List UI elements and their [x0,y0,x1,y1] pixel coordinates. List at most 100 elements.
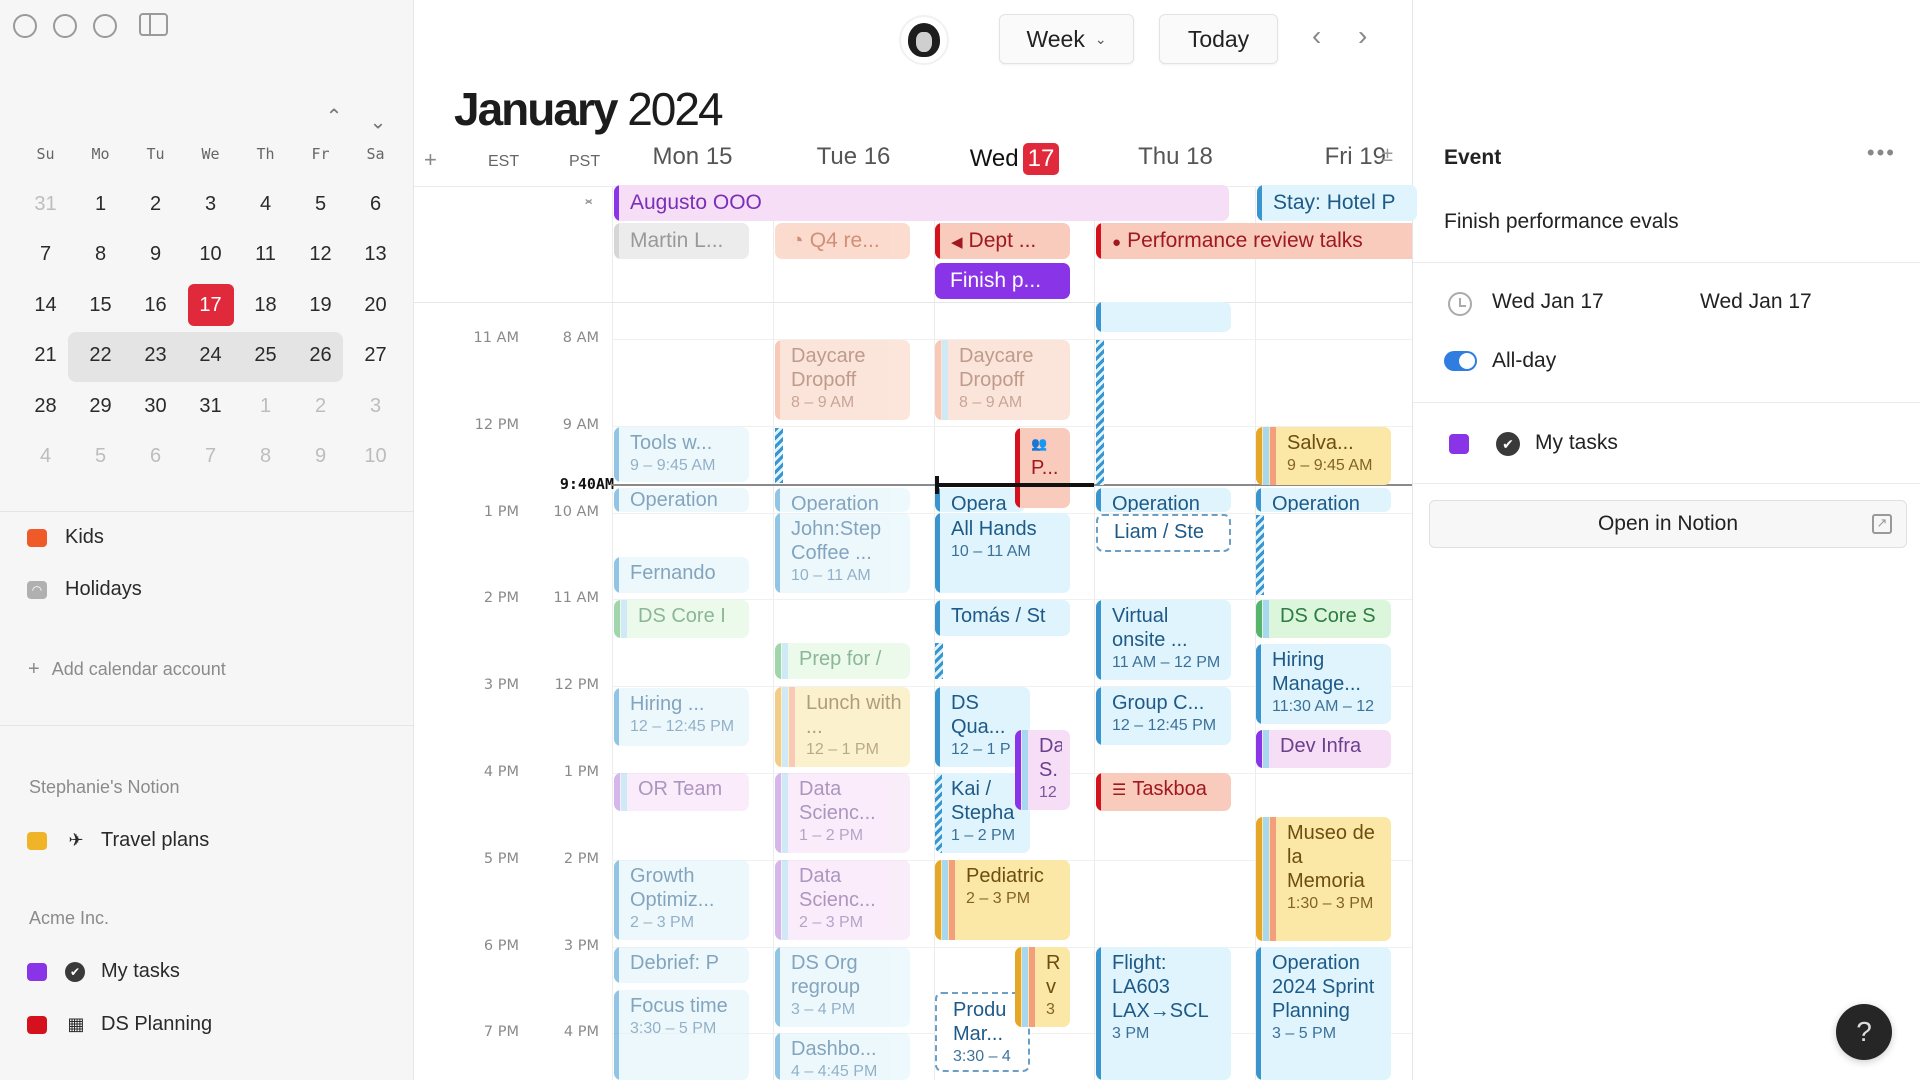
calendar-event[interactable]: Fernando [614,557,749,593]
collapse-all-day-icon[interactable]: ⌄ ⌃ [582,191,595,216]
mini-calendar-day[interactable]: 4 [18,432,73,483]
calendar-event[interactable]: Debrief: P [614,947,749,983]
mini-calendar-day[interactable]: 21 [18,331,73,382]
calendar-event[interactable]: Daycare Dropoff 8 – 9 AM [935,340,1070,420]
user-avatar[interactable] [901,17,947,63]
end-date-field[interactable]: Wed Jan 17 [1700,290,1812,314]
more-options-icon[interactable]: ••• [1867,140,1896,166]
calendar-event[interactable]: 👥 P... [1015,428,1070,508]
mini-calendar-day[interactable]: 5 [293,179,348,230]
mini-cal-prev-chevron-up-icon[interactable]: ⌃ [322,104,346,129]
mini-calendar-day[interactable]: 28 [18,381,73,432]
mini-calendar-day[interactable]: 3 [348,381,403,432]
mini-calendar-day[interactable]: 2 [293,381,348,432]
view-selector-button[interactable]: Week ⌄ [999,14,1134,64]
day-header-fri[interactable]: Fri 19 [1256,143,1386,171]
start-date-field[interactable]: Wed Jan 17 [1492,290,1604,314]
calendar-event[interactable]: All Hands 10 – 11 AM [935,513,1070,593]
day-header-wed[interactable]: Wed 17 [934,143,1095,175]
mini-calendar-day[interactable]: 3 [183,179,238,230]
day-header-thu[interactable]: Thu 18 [1095,143,1256,171]
all-day-event-selected[interactable]: Finish p... [935,263,1070,299]
calendar-event[interactable]: Growth Optimiz... 2 – 3 PM [614,860,749,940]
mini-calendar-day[interactable]: 4 [238,179,293,230]
calendar-event[interactable]: Hiring Manage... 11:30 AM – 12 [1256,644,1391,724]
mini-calendar-today[interactable]: 17 [183,280,238,331]
mini-calendar-day[interactable]: 26 [293,331,348,382]
sidebar-toggle-icon[interactable] [139,13,168,36]
add-timezone-button[interactable]: + [424,147,437,173]
mini-calendar-day[interactable]: 5 [73,432,128,483]
calendar-event[interactable]: Pediatric 2 – 3 PM [935,860,1070,940]
calendar-event[interactable]: Operation [1256,488,1391,512]
calendar-event[interactable]: Liam / Ste [1096,514,1231,552]
mini-cal-next-chevron-down-icon[interactable]: ⌃ [366,108,390,133]
calendar-event[interactable]: Flight: LA603 LAX→SCL 3 PM [1096,947,1231,1080]
help-button[interactable]: ? [1836,1004,1892,1060]
mini-calendar-day[interactable]: 23 [128,331,183,382]
mini-calendar-day[interactable]: 9 [293,432,348,483]
mini-calendar-day[interactable]: 18 [238,280,293,331]
calendar-event[interactable]: Operation [775,488,910,512]
expand-days-icon[interactable]: ± [1382,144,1393,167]
calendar-event[interactable]: Data Scienc... 2 – 3 PM [775,860,910,940]
window-close-button[interactable] [13,14,37,38]
open-in-notion-button[interactable]: Open in Notion ↗ [1429,500,1907,548]
calendar-event[interactable]: Operation [614,488,749,512]
mini-calendar-day[interactable]: 24 [183,331,238,382]
calendar-selector[interactable]: My tasks [1535,431,1618,455]
mini-calendar-day[interactable]: 16 [128,280,183,331]
calendar-event[interactable]: Dashbo... 4 – 4:45 PM [775,1033,910,1080]
calendar-item-kids[interactable]: Kids [27,526,104,549]
all-day-event[interactable]: Martin L... [614,223,749,259]
calendar-event[interactable]: Data Scienc... 1 – 2 PM [775,773,910,853]
mini-calendar-day[interactable]: 20 [348,280,403,331]
all-day-event[interactable]: Augusto OOO [614,185,1229,221]
today-button[interactable]: Today [1159,14,1278,64]
calendar-event[interactable]: Opera [935,488,1025,512]
day-header-mon[interactable]: Mon 15 [612,143,773,171]
mini-calendar-day[interactable]: 8 [73,230,128,281]
mini-calendar-day[interactable]: 25 [238,331,293,382]
calendar-event[interactable]: Da S. 12 [1015,730,1070,810]
all-day-event[interactable]: Stay: Hotel P [1257,185,1417,221]
calendar-event[interactable]: Operation 2024 Sprint Planning 3 – 5 PM [1256,947,1391,1080]
mini-calendar-day[interactable]: 10 [183,230,238,281]
calendar-event[interactable]: R v 3 [1015,947,1070,1027]
calendar-event[interactable]: Dev Infra [1256,730,1391,768]
mini-calendar-day[interactable]: 9 [128,230,183,281]
calendar-event[interactable]: Daycare Dropoff 8 – 9 AM [775,340,910,420]
window-zoom-button[interactable] [93,14,117,38]
calendar-event[interactable]: DS Core S [1256,600,1391,638]
mini-calendar-day[interactable]: 12 [293,230,348,281]
mini-calendar-day[interactable]: 31 [18,179,73,230]
mini-calendar-day[interactable]: 7 [18,230,73,281]
calendar-event[interactable]: Salva... 9 – 9:45 AM [1256,427,1391,485]
calendar-event[interactable]: DS Core I [614,600,749,638]
calendar-event[interactable]: Virtual onsite ... 11 AM – 12 PM [1096,600,1231,680]
mini-calendar-day[interactable]: 22 [73,331,128,382]
calendar-event[interactable] [1096,302,1231,332]
calendar-item-travel-plans[interactable]: ✈ Travel plans [27,829,209,852]
calendar-event[interactable]: DS Org regroup 3 – 4 PM [775,947,910,1027]
event-name-field[interactable]: Finish performance evals [1444,210,1679,234]
calendar-item-holidays[interactable]: ◠ Holidays [27,578,142,601]
calendar-event[interactable]: Hiring ... 12 – 12:45 PM [614,688,749,746]
calendar-event[interactable]: Group C... 12 – 12:45 PM [1096,687,1231,745]
mini-calendar-day[interactable]: 8 [238,432,293,483]
calendar-item-my-tasks[interactable]: ✔ My tasks [27,960,180,983]
mini-calendar-day[interactable]: 15 [73,280,128,331]
calendar-event[interactable]: Operation [1096,488,1231,512]
mini-calendar-day[interactable]: 31 [183,381,238,432]
all-day-event[interactable]: ● Performance review talks [1096,223,1412,259]
mini-calendar-day[interactable]: 29 [73,381,128,432]
calendar-event[interactable]: Tomás / St [935,600,1070,636]
add-calendar-account-button[interactable]: + Add calendar account [28,658,226,681]
calendar-event[interactable]: Museo de la Memoria 1:30 – 3 PM [1256,817,1391,941]
mini-calendar-day[interactable]: 14 [18,280,73,331]
mini-calendar-day[interactable]: 1 [73,179,128,230]
mini-calendar-day[interactable]: 7 [183,432,238,483]
mini-calendar-day[interactable]: 6 [348,179,403,230]
mini-calendar-day[interactable]: 6 [128,432,183,483]
all-day-event[interactable]: ◀ Dept ... [935,223,1070,259]
